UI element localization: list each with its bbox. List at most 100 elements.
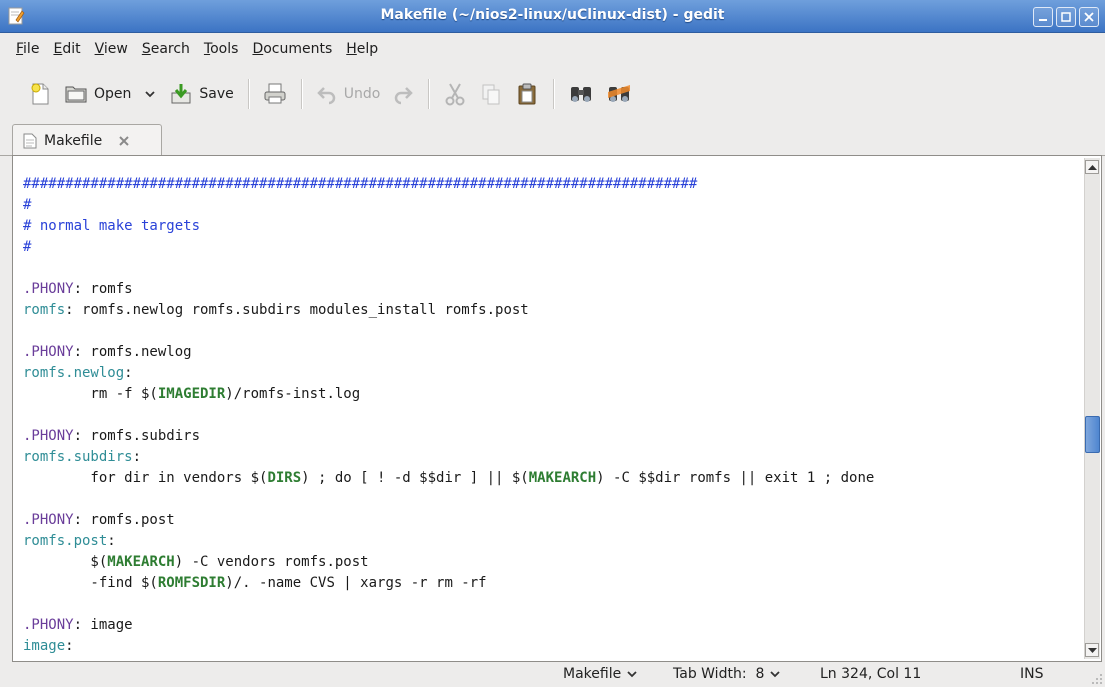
minimize-button[interactable] (1033, 7, 1053, 27)
toolbar-separator (247, 79, 249, 109)
copy-icon (482, 84, 500, 105)
code-token: .PHONY (23, 428, 74, 444)
scroll-down-button[interactable] (1085, 643, 1099, 657)
language-selector[interactable]: Makefile (563, 666, 638, 682)
redo-icon (395, 87, 414, 105)
print-button[interactable] (257, 74, 293, 114)
status-bar: Makefile Tab Width: 8 Ln 324, Col 11 INS (0, 663, 1105, 687)
menu-tools[interactable]: Tools (198, 37, 245, 61)
cut-button[interactable] (437, 74, 473, 114)
menu-search[interactable]: Search (136, 37, 196, 61)
tab-makefile[interactable]: Makefile (12, 124, 162, 156)
code-line[interactable] (23, 594, 1077, 615)
code-line[interactable]: .PHONY: romfs.post (23, 510, 1077, 531)
code-line[interactable]: rm -f $(IMAGEDIR)/romfs-inst.log (23, 384, 1077, 405)
find-button[interactable] (562, 74, 600, 114)
tab-width-selector[interactable]: Tab Width: 8 (673, 666, 781, 682)
code-token: .PHONY (23, 512, 74, 528)
code-token: : romfs (73, 281, 133, 297)
open-button[interactable]: Open (58, 74, 163, 114)
find-replace-button[interactable] (600, 74, 638, 114)
code-token: : image (73, 617, 133, 633)
editor-pane[interactable]: ########################################… (12, 155, 1102, 662)
code-token: MAKEARCH (528, 470, 597, 486)
language-label: Makefile (563, 666, 622, 682)
vertical-scrollbar[interactable] (1084, 158, 1100, 659)
code-line[interactable]: $(MAKEARCH) -C vendors romfs.post (23, 552, 1077, 573)
resize-grip-icon[interactable] (1091, 673, 1103, 685)
window-title: Makefile (~/nios2-linux/uClinux-dist) - … (380, 7, 725, 23)
arrow-down-icon (1088, 648, 1097, 653)
toolbar-separator (300, 79, 302, 109)
new-button[interactable] (22, 74, 58, 114)
open-folder-icon (65, 86, 87, 103)
printer-icon (264, 83, 286, 104)
scroll-up-button[interactable] (1085, 160, 1099, 174)
menu-help[interactable]: Help (340, 37, 384, 61)
code-token: IMAGEDIR (157, 386, 226, 402)
menu-file[interactable]: File (10, 37, 45, 61)
code-line[interactable]: .PHONY: image (23, 615, 1077, 636)
menu-documents[interactable]: Documents (246, 37, 338, 61)
text-document-icon (23, 133, 37, 148)
code-line[interactable]: romfs.subdirs: (23, 447, 1077, 468)
menu-edit[interactable]: Edit (47, 37, 86, 61)
code-token: rm -f $( (23, 386, 158, 402)
code-token: ) -C $$dir romfs || exit 1 ; done (596, 470, 875, 486)
undo-label: Undo (343, 86, 381, 102)
close-window-button[interactable] (1079, 7, 1099, 27)
code-token: : (107, 533, 116, 549)
scrollbar-thumb[interactable] (1085, 415, 1100, 453)
close-tab-icon[interactable] (117, 134, 131, 148)
code-line[interactable]: romfs: romfs.newlog romfs.subdirs module… (23, 300, 1077, 321)
code-line[interactable]: romfs.newlog: (23, 363, 1077, 384)
code-line[interactable]: image: (23, 636, 1077, 657)
chevron-down-icon (770, 671, 780, 678)
code-line[interactable]: # (23, 237, 1077, 258)
code-token: )/romfs-inst.log (225, 386, 361, 402)
code-line[interactable]: .PHONY: romfs.newlog (23, 342, 1077, 363)
undo-icon (317, 87, 335, 105)
code-line[interactable]: -find $(ROMFSDIR)/. -name CVS | xargs -r… (23, 573, 1077, 594)
code-token: ########################################… (23, 176, 698, 192)
save-button[interactable]: Save (163, 74, 239, 114)
code-token: -find $( (23, 575, 158, 591)
paste-button[interactable] (509, 74, 545, 114)
code-line[interactable] (23, 321, 1077, 342)
code-token: MAKEARCH (107, 554, 175, 570)
code-line[interactable]: ########################################… (23, 174, 1077, 195)
code-token: $( (23, 554, 108, 570)
toolbar-separator (553, 79, 555, 109)
code-token: romfs.newlog (23, 365, 125, 381)
maximize-button[interactable] (1056, 7, 1076, 27)
toolbar: Open Save Undo (0, 68, 1105, 120)
code-token: ) -C vendors romfs.post (174, 554, 369, 570)
maximize-icon (1061, 12, 1071, 22)
code-token: # (23, 239, 32, 255)
code-line[interactable]: .PHONY: romfs (23, 279, 1077, 300)
undo-button[interactable]: Undo (310, 74, 387, 114)
code-line[interactable]: # (23, 195, 1077, 216)
chevron-down-icon[interactable] (143, 87, 157, 101)
menu-view[interactable]: View (89, 37, 134, 61)
code-line[interactable]: .PHONY: romfs.subdirs (23, 426, 1077, 447)
insert-mode: INS (1020, 666, 1044, 682)
code-token: ) ; do [ ! -d $$dir ] || $( (301, 470, 529, 486)
cut-icon (445, 83, 465, 106)
copy-button[interactable] (473, 74, 509, 114)
code-line[interactable] (23, 489, 1077, 510)
code-line[interactable]: # normal make targets (23, 216, 1077, 237)
code-token: romfs.subdirs (23, 449, 133, 465)
code-line[interactable]: romfs.post: (23, 531, 1077, 552)
redo-button[interactable] (386, 74, 420, 114)
code-token: # (23, 197, 32, 213)
code-text-area[interactable]: ########################################… (23, 174, 1077, 657)
code-line[interactable]: for dir in vendors $(DIRS) ; do [ ! -d $… (23, 468, 1077, 489)
minimize-icon (1039, 19, 1047, 21)
code-token: # normal make targets (23, 218, 201, 234)
code-token: : (132, 449, 142, 465)
code-line[interactable] (23, 258, 1077, 279)
new-document-icon (31, 83, 49, 105)
title-bar[interactable]: Makefile (~/nios2-linux/uClinux-dist) - … (0, 0, 1105, 33)
code-line[interactable] (23, 405, 1077, 426)
